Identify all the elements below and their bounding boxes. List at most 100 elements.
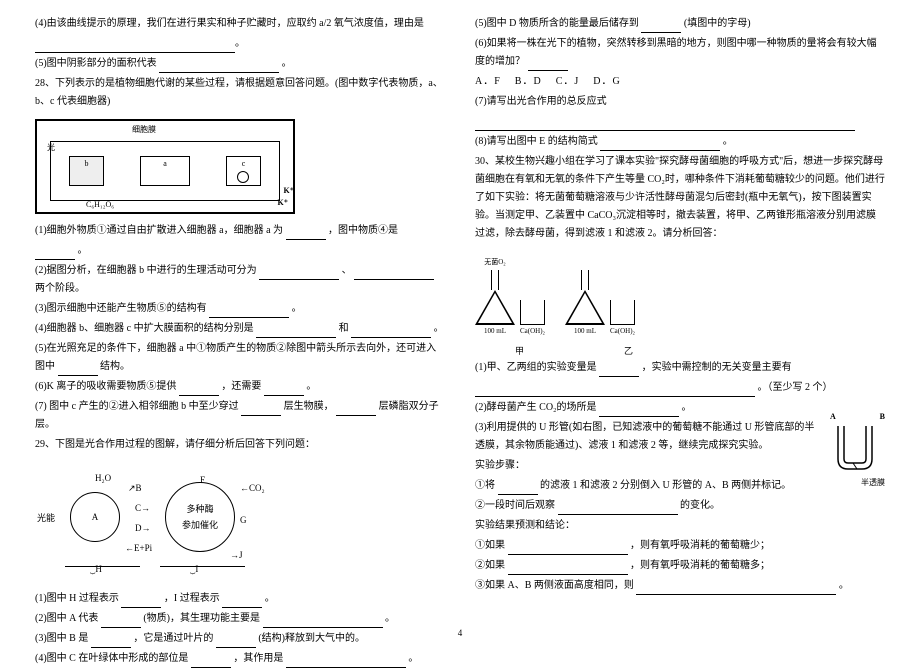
q30-2-pre: (2)酵母菌产生 CO₂的场所是: [475, 402, 597, 413]
label-k2: K⁺: [278, 196, 288, 210]
label-co2: ←CO₂: [240, 480, 265, 496]
blank: [101, 616, 141, 628]
blank: [498, 483, 538, 495]
r2-pre: ②如果: [475, 560, 505, 571]
circle-a: A: [70, 492, 120, 542]
q30-1-pre: (1)甲、乙两组的实验变量是: [475, 362, 597, 373]
blank: [351, 326, 431, 338]
q4-text: (4)由该曲线提示的原理，我们在进行果实和种子贮藏时，应取约 a/2 氧气浓度值…: [35, 15, 445, 33]
blank: [35, 248, 75, 260]
label-f: F: [200, 472, 205, 488]
page-number: 4: [458, 625, 463, 641]
label-i-bracket: ⏟I: [190, 561, 198, 577]
blank: [222, 596, 262, 608]
blank: [259, 268, 339, 280]
q28-7-pre: (7) 图中 c 产生的②进入相邻细胞 b 中至少穿过: [35, 401, 239, 412]
box-c: c: [226, 156, 261, 186]
blank: [600, 139, 720, 151]
label-caoh-b: Ca(OH)₂: [610, 325, 635, 338]
q28-5-post: 结构。: [100, 361, 130, 372]
step1-pre: ①将: [475, 480, 495, 491]
q29-4-pre: (4)图中 C 在叶绿体中形成的部位是: [35, 653, 188, 664]
blank: [636, 583, 836, 595]
box-a: a: [140, 156, 190, 186]
q29-4-mid: ，其作用是: [233, 653, 283, 664]
opt-a: A．F: [475, 76, 501, 87]
q28-2-mid: 、: [342, 265, 352, 276]
opt-d: D．G: [593, 76, 620, 87]
label-g: G: [240, 512, 247, 528]
cell-diagram: 细胞膜 光 b a c C₆H₁₂O₆ K⁺ K⁺: [35, 119, 295, 214]
q29-3-post: (结构)释放到大气中的。: [258, 633, 365, 644]
blank: [58, 364, 98, 376]
step2-post: 的变化。: [680, 500, 720, 511]
label-jia: 甲: [515, 343, 524, 359]
blank: [641, 21, 681, 33]
blank: [286, 656, 406, 668]
label-yi: 乙: [624, 343, 633, 359]
r3-post: 。: [839, 580, 849, 591]
label-light: 光能: [37, 510, 55, 526]
box-b: b: [69, 156, 104, 186]
circle-multi: 多种酶 参加催化: [165, 482, 235, 552]
label-b: ↗B: [128, 480, 142, 496]
blank: [209, 306, 289, 318]
q28-1-post: 。: [78, 245, 88, 256]
u-label-a: A: [830, 410, 836, 424]
r-q5-post: (填图中的字母): [684, 18, 751, 29]
blank: [191, 656, 231, 668]
label-membrane: 细胞膜: [132, 123, 156, 137]
u-label-membrane: 半透膜: [830, 476, 885, 490]
step1-post: 的滤液 1 和滤液 2 分别倒入 U 形管的 A、B 两侧并标记。: [540, 480, 791, 491]
q28-6-post: 。: [306, 381, 316, 392]
r-q7: (7)请写出光合作用的总反应式: [475, 93, 885, 111]
blank: [558, 503, 678, 515]
blank: [263, 616, 383, 628]
blank: [475, 385, 755, 397]
q29-2-mid: (物质)，其生理功能主要是: [143, 613, 260, 624]
r-q8-post: 。: [723, 136, 733, 147]
q28-text: 28、下列表示的是植物细胞代谢的某些过程，请根据题意回答问题。(图中数字代表物质…: [35, 75, 445, 111]
q29-1-mid: ，I 过程表示: [164, 593, 220, 604]
blank: [599, 365, 639, 377]
flask-apparatus-diagram: 无菌O₂ 100 mL Ca(OH)₂ 100 mL Ca(OH)₂: [475, 248, 775, 338]
q28-1-pre: (1)细胞外物质①通过自由扩散进入细胞器 a，细胞器 a 为: [35, 225, 283, 236]
q28-7-mid: 层生物膜，: [284, 401, 334, 412]
blank: [35, 41, 235, 53]
q30-3: (3)利用提供的 U 形管(如右图，已知滤液中的葡萄糖不能通过 U 形管底部的半…: [475, 419, 815, 455]
q29-3-pre: (3)图中 B 是: [35, 633, 88, 644]
q29-text: 29、下图是光合作用过程的图解，请仔细分析后回答下列问题：: [35, 436, 445, 454]
blank: [599, 405, 679, 417]
label-h2o: H₂O: [95, 470, 111, 486]
blank: [264, 384, 304, 396]
q28-3-post: 。: [292, 303, 302, 314]
q28-4-pre: (4)细胞器 b、细胞器 c 中扩大膜面积的结构分别是: [35, 323, 254, 334]
blank: [241, 404, 281, 416]
photosynthesis-diagram: H₂O 光能 A ↗B C→ D→ ←E+Pi 多种酶 参加催化 F ←CO₂ …: [35, 462, 295, 582]
q5-pre: (5)图中阴影部分的面积代表: [35, 58, 157, 69]
q29-3-mid: ，它是通过叶片的: [133, 633, 213, 644]
blank: [216, 636, 256, 648]
label-d: D→: [135, 520, 151, 536]
q28-4-mid: 和: [339, 323, 349, 334]
blank: [286, 228, 326, 240]
q28-6-pre: (6)K 离子的吸收需要物质⑤提供: [35, 381, 176, 392]
opt-c: C．J: [556, 76, 580, 87]
r-q30: 30、某校生物兴趣小组在学习了课本实验"探究酵母菌细胞的呼吸方式"后，想进一步探…: [475, 153, 885, 243]
r3-pre: ③如果 A、B 两侧液面高度相同，则: [475, 580, 634, 591]
q29-4-post: 。: [408, 653, 418, 664]
blank: [256, 326, 336, 338]
r1-pre: ①如果: [475, 540, 505, 551]
q28-2-pre: (2)据图分析，在细胞器 b 中进行的生理活动可分为: [35, 265, 257, 276]
blank: [121, 596, 161, 608]
q28-1-mid: ，图中物质④是: [328, 225, 398, 236]
u-label-b: B: [880, 410, 885, 424]
q29-2-post: 。: [385, 613, 395, 624]
blank: [354, 268, 434, 280]
r-q8-pre: (8)请写出图中 E 的结构简式: [475, 136, 598, 147]
label-ch2o: C₆H₁₂O₆: [86, 198, 114, 212]
label-epi: ←E+Pi: [125, 540, 152, 556]
label-h-bracket: ⏟H: [90, 561, 102, 577]
step2-pre: ②一段时间后观察: [475, 500, 555, 511]
q28-2-post: 两个阶段。: [35, 283, 85, 294]
